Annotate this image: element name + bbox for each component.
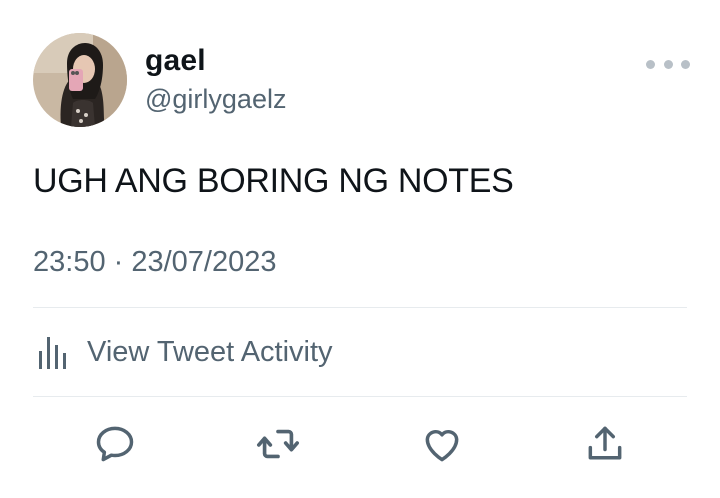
view-tweet-activity-label: View Tweet Activity — [87, 335, 333, 368]
user-handle[interactable]: @girlygaelz — [145, 84, 286, 115]
share-icon — [588, 426, 622, 460]
display-name[interactable]: gael — [145, 44, 206, 78]
heart-icon — [425, 430, 459, 462]
reply-icon — [96, 426, 134, 462]
tweet-card: gael @girlygaelz UGH ANG BORING NG NOTES… — [0, 0, 720, 498]
retweet-button[interactable] — [254, 420, 302, 468]
more-dot — [663, 59, 673, 69]
bar-chart-icon — [39, 337, 66, 369]
divider — [33, 396, 687, 397]
tweet-timestamp[interactable]: 23:50 · 23/07/2023 — [33, 246, 276, 279]
view-tweet-activity-link[interactable]: View Tweet Activity — [33, 330, 333, 374]
divider — [33, 307, 687, 308]
retweet-icon — [257, 429, 299, 459]
reply-button[interactable] — [91, 420, 139, 468]
like-button[interactable] — [418, 420, 466, 468]
avatar-photo — [33, 33, 127, 127]
more-dot — [681, 59, 690, 69]
avatar[interactable] — [33, 33, 127, 127]
more-horizontal-icon — [646, 59, 655, 69]
share-button[interactable] — [581, 420, 629, 468]
tweet-text: UGH ANG BORING NG NOTES — [33, 162, 514, 200]
more-options-button[interactable] — [642, 50, 694, 78]
